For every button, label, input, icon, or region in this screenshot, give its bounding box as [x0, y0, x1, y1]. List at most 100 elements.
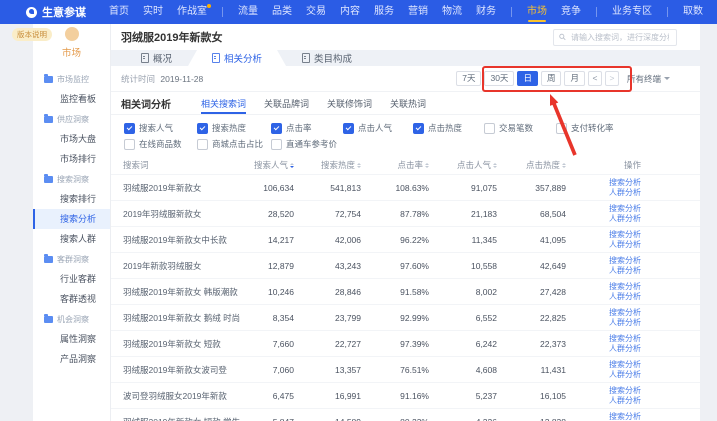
- tab-overview[interactable]: 概况: [125, 50, 188, 66]
- nav-item-realtime[interactable]: 实时: [143, 0, 163, 24]
- terminal-filter-dropdown[interactable]: 所有终端: [627, 73, 670, 85]
- metric-checkbox-click-heat[interactable]: 点击热度: [413, 122, 484, 134]
- metric-checkbox-click-popularity[interactable]: 点击人气: [343, 122, 413, 134]
- column-label: 搜索人气: [254, 159, 288, 171]
- nav-item-market[interactable]: 市场: [527, 0, 547, 24]
- sidebar: 市场 市场监控监控看板供应洞察市场大盘市场排行搜索洞察搜索排行搜索分析搜索人群客…: [33, 24, 111, 421]
- range-button-30d[interactable]: 30天: [484, 71, 514, 86]
- range-button-month[interactable]: 月: [564, 71, 585, 86]
- metric-checkbox-pay-conversion[interactable]: 支付转化率: [556, 122, 690, 134]
- nav-item-traffic[interactable]: 流量: [238, 0, 258, 24]
- table-row: 2019年羽绒服新款女28,52072,75487.78%21,18368,50…: [111, 200, 700, 226]
- search-analysis-link[interactable]: 搜索分析: [609, 386, 641, 396]
- sidebar-item-industry-customer[interactable]: 行业客群: [33, 269, 110, 289]
- sidebar-item-customer-view[interactable]: 客群透视: [33, 289, 110, 309]
- metric-label: 点击热度: [428, 122, 462, 134]
- sidebar-item-attribute-insight[interactable]: 属性洞察: [33, 329, 110, 349]
- column-header-search-heat[interactable]: 搜索热度: [294, 159, 361, 171]
- search-analysis-link[interactable]: 搜索分析: [609, 230, 641, 240]
- nav-item-service[interactable]: 服务: [374, 0, 394, 24]
- subtab-related-search-words[interactable]: 相关搜索词: [201, 92, 246, 114]
- nav-item-category[interactable]: 品类: [272, 0, 292, 24]
- nav-item-finance[interactable]: 财务: [476, 0, 496, 24]
- tab-category-composition[interactable]: 类目构成: [286, 50, 368, 66]
- metric-checkbox-ztc-ref-price[interactable]: 直通车参考价: [271, 138, 343, 150]
- sidebar-item-market-monitor[interactable]: 市场监控: [33, 69, 110, 89]
- column-header-click-heat[interactable]: 点击热度: [497, 159, 566, 171]
- range-button-week[interactable]: 周: [541, 71, 562, 86]
- column-header-search-popularity[interactable]: 搜索人气: [243, 159, 294, 171]
- crowd-analysis-link[interactable]: 人群分析: [609, 214, 641, 224]
- search-analysis-link[interactable]: 搜索分析: [609, 282, 641, 292]
- nav-item-content[interactable]: 内容: [340, 0, 360, 24]
- column-header-click-popularity[interactable]: 点击人气: [429, 159, 497, 171]
- range-button-day[interactable]: 日: [517, 71, 538, 86]
- nav-item-logistics[interactable]: 物流: [442, 0, 462, 24]
- range-button-7d[interactable]: 7天: [456, 71, 481, 86]
- nav-item-home[interactable]: 首页: [109, 0, 129, 24]
- column-header-click-rate[interactable]: 点击率: [361, 159, 429, 171]
- subtab-related-hot-words[interactable]: 关联热词: [390, 92, 426, 114]
- metric-checkbox-search-popularity[interactable]: 搜索人气: [124, 122, 197, 134]
- sidebar-item-monitor-board[interactable]: 监控看板: [33, 89, 110, 109]
- search-input[interactable]: [569, 32, 671, 43]
- search-analysis-link[interactable]: 搜索分析: [609, 178, 641, 188]
- sidebar-item-supply-insight[interactable]: 供应洞察: [33, 109, 110, 129]
- sidebar-item-search-crowd[interactable]: 搜索人群: [33, 229, 110, 249]
- nav-item-compete[interactable]: 竞争: [561, 0, 581, 24]
- sidebar-item-search-analysis[interactable]: 搜索分析: [33, 209, 110, 229]
- metric-checkbox-mall-click-ratio[interactable]: 商城点击占比: [197, 138, 271, 150]
- content-header: 羽绒服2019年新款女: [111, 24, 700, 50]
- column-header-keyword: 搜索词: [123, 159, 243, 171]
- search-analysis-link[interactable]: 搜索分析: [609, 412, 641, 421]
- sidebar-item-opportunity-insight[interactable]: 机会洞察: [33, 309, 110, 329]
- metric-checkbox-trade-count[interactable]: 交易笔数: [484, 122, 556, 134]
- nav-item-marketing[interactable]: 营销: [408, 0, 428, 24]
- crowd-analysis-link[interactable]: 人群分析: [609, 240, 641, 250]
- search-analysis-link[interactable]: 搜索分析: [609, 204, 641, 214]
- sidebar-item-market-overview[interactable]: 市场大盘: [33, 129, 110, 149]
- nav-item-war-room[interactable]: 作战室: [177, 0, 207, 24]
- value-cell: 42,649: [497, 261, 566, 271]
- metric-checkbox-click-rate[interactable]: 点击率: [271, 122, 343, 134]
- table-row: 波司登羽绒服女2019年新款6,47516,99191.16%5,23716,1…: [111, 382, 700, 408]
- sidebar-item-product-insight[interactable]: 产品洞察: [33, 349, 110, 369]
- subtab-related-brand-words[interactable]: 关联品牌词: [264, 92, 309, 114]
- search-analysis-link[interactable]: 搜索分析: [609, 360, 641, 370]
- crowd-analysis-link[interactable]: 人群分析: [609, 370, 641, 380]
- next-period-button[interactable]: >: [605, 71, 619, 86]
- table-row: 羽绒服2019年新款女 短款7,66022,72797.39%6,24222,3…: [111, 330, 700, 356]
- value-cell: 97.39%: [361, 339, 429, 349]
- crowd-analysis-link[interactable]: 人群分析: [609, 292, 641, 302]
- nav-item-data-fetch[interactable]: 取数: [683, 0, 703, 24]
- crowd-analysis-link[interactable]: 人群分析: [609, 344, 641, 354]
- nav-item-trade[interactable]: 交易: [306, 0, 326, 24]
- crowd-analysis-link[interactable]: 人群分析: [609, 396, 641, 406]
- sidebar-item-customer-insight[interactable]: 客群洞察: [33, 249, 110, 269]
- nav-item-business-zone[interactable]: 业务专区: [612, 0, 652, 24]
- sidebar-item-market-ranking[interactable]: 市场排行: [33, 149, 110, 169]
- sidebar-item-search-ranking[interactable]: 搜索排行: [33, 189, 110, 209]
- keyword-cell: 羽绒服2019年新款女 韩版潮款: [123, 286, 243, 298]
- brand[interactable]: 生意参谋: [26, 4, 86, 20]
- version-tag[interactable]: 版本说明: [12, 28, 52, 41]
- tab-related-analysis[interactable]: 相关分析: [188, 50, 286, 66]
- value-cell: 6,552: [429, 313, 497, 323]
- prev-period-button[interactable]: <: [588, 71, 602, 86]
- search-analysis-link[interactable]: 搜索分析: [609, 334, 641, 344]
- metric-checkbox-search-heat[interactable]: 搜索热度: [197, 122, 271, 134]
- crowd-analysis-link[interactable]: 人群分析: [609, 188, 641, 198]
- subtab-related-modifier-words[interactable]: 关联修饰词: [327, 92, 372, 114]
- value-cell: 87.78%: [361, 209, 429, 219]
- section-title: 相关词分析: [121, 96, 171, 111]
- crowd-analysis-link[interactable]: 人群分析: [609, 266, 641, 276]
- metric-checkbox-online-items[interactable]: 在线商品数: [124, 138, 197, 150]
- search-analysis-link[interactable]: 搜索分析: [609, 256, 641, 266]
- search-analysis-link[interactable]: 搜索分析: [609, 308, 641, 318]
- sidebar-item-search-insight[interactable]: 搜索洞察: [33, 169, 110, 189]
- value-cell: 41,095: [497, 235, 566, 245]
- folder-icon: [44, 176, 53, 183]
- crowd-analysis-link[interactable]: 人群分析: [609, 318, 641, 328]
- value-cell: 10,558: [429, 261, 497, 271]
- metric-label: 交易笔数: [499, 122, 533, 134]
